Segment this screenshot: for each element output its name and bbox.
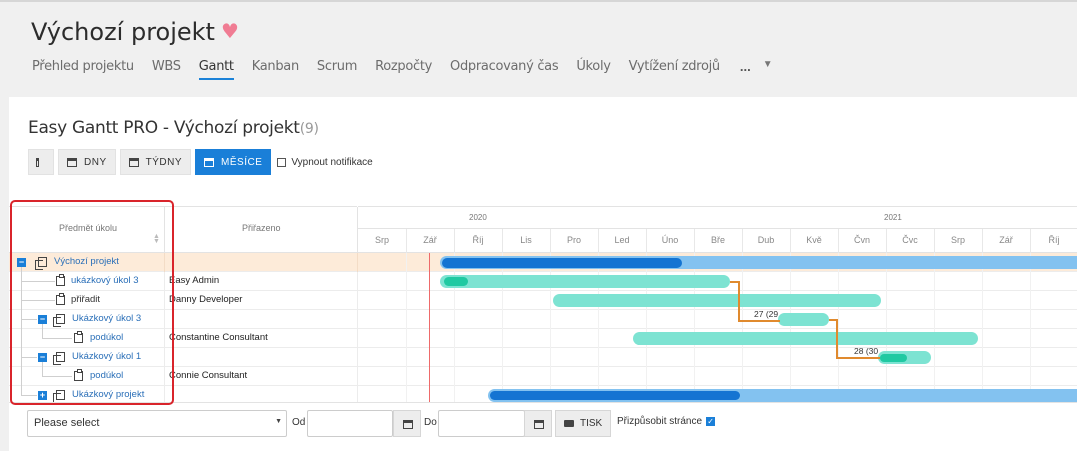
month-label: Led — [614, 235, 630, 245]
project-title: Výchozí projekt ♥ — [31, 18, 239, 46]
tab-wbs[interactable]: WBS — [152, 59, 181, 74]
assignee-cell — [165, 348, 358, 367]
notifications-toggle[interactable]: Vypnout notifikace — [277, 157, 373, 168]
to-date-input[interactable] — [438, 410, 525, 437]
notifications-checkbox[interactable] — [277, 157, 287, 167]
dependency-label: 27 (29 — [754, 309, 779, 319]
assignee-cell: Danny Developer — [165, 291, 358, 310]
fit-to-page-toggle[interactable]: Přizpůsobit stránce ✓ — [617, 416, 716, 427]
dependency-label: 28 (30 — [854, 346, 879, 356]
project-tabs: Přehled projektu WBS Gantt Kanban Scrum … — [32, 59, 773, 80]
assignee-cell — [165, 253, 358, 272]
month-label: Čvn — [853, 235, 870, 245]
month-label: Říj — [1048, 235, 1060, 245]
tab-scrum[interactable]: Scrum — [317, 59, 357, 74]
more-tabs-button[interactable]: ... — [740, 59, 751, 74]
fit-to-page-checkbox[interactable]: ✓ — [706, 417, 716, 426]
task-count: (9) — [299, 121, 319, 137]
tab-ukoly[interactable]: Úkoly — [576, 59, 611, 74]
printer-icon — [564, 420, 574, 427]
calendar-button[interactable] — [28, 149, 54, 175]
dependency-line — [836, 319, 838, 359]
month-label: Úno — [661, 235, 679, 245]
from-calendar-button[interactable] — [393, 410, 421, 437]
tab-rozpocty[interactable]: Rozpočty — [375, 59, 432, 74]
to-calendar-button[interactable] — [524, 410, 552, 437]
print-button[interactable]: TISK — [555, 410, 611, 437]
dependency-line — [738, 281, 740, 322]
progress-bar — [490, 391, 740, 400]
month-label: Říj — [472, 235, 484, 245]
heart-icon[interactable]: ♥ — [221, 19, 239, 43]
dependency-line — [836, 357, 880, 359]
month-label: Zář — [999, 235, 1013, 245]
month-label: Srp — [374, 235, 389, 245]
timeline-header: 2020 2021 Srp Zář Říj Lis Pro Led Úno Bř… — [358, 206, 1077, 253]
tab-gantt[interactable]: Gantt — [198, 59, 234, 80]
calendar-icon — [534, 420, 544, 429]
months-button[interactable]: MĚSÍCE — [195, 149, 272, 175]
from-date-input[interactable] — [307, 410, 393, 437]
weeks-button[interactable]: TÝDNY — [119, 149, 192, 175]
dependency-line — [738, 320, 780, 322]
task-bar[interactable] — [440, 275, 730, 288]
tab-vytizeni-zdroju[interactable]: Vytížení zdrojů — [629, 59, 721, 74]
task-bar[interactable] — [553, 294, 881, 307]
calendar-icon — [36, 157, 39, 167]
month-label: Bře — [710, 235, 725, 245]
task-bar[interactable] — [633, 332, 978, 345]
tab-odpracovany-cas[interactable]: Odpracovaný čas — [450, 59, 559, 74]
month-label: Pro — [566, 235, 581, 245]
gantt-title: Easy Gantt PRO - Výchozí projekt(9) — [28, 118, 319, 138]
filter-select[interactable]: Please select ▼ — [27, 410, 287, 437]
tab-prehled[interactable]: Přehled projektu — [32, 59, 134, 74]
month-label: Čvc — [902, 235, 918, 245]
top-border — [0, 0, 1077, 2]
from-label: Od — [292, 417, 306, 428]
progress-bar — [880, 354, 907, 362]
month-label: Dub — [757, 235, 775, 245]
month-label: Zář — [423, 235, 437, 245]
month-label: Srp — [950, 235, 965, 245]
gantt-footer: Please select ▼ Od Do TISK Přizpůsobit st… — [9, 402, 1077, 451]
tab-kanban[interactable]: Kanban — [252, 59, 299, 74]
column-header-assignee[interactable]: Přiřazeno — [165, 207, 358, 253]
assignee-cell: Easy Admin — [165, 272, 358, 291]
today-line — [429, 253, 430, 403]
highlight-frame — [10, 200, 174, 405]
assignee-cell — [165, 310, 358, 329]
month-label: Lis — [520, 235, 532, 245]
days-button[interactable]: DNY — [58, 149, 116, 175]
calendar-icon — [403, 420, 413, 429]
gantt-toolbar: DNY TÝDNY MĚSÍCE Vypnout notifikace — [28, 149, 373, 175]
progress-bar — [444, 277, 468, 286]
timeline-body: 27 (29 28 (30 — [358, 253, 1077, 403]
calendar-icon — [128, 157, 139, 167]
month-label: Kvě — [806, 235, 822, 245]
calendar-icon — [67, 157, 77, 167]
assignee-cell: Constantine Consultant — [165, 329, 358, 348]
assignee-cell: Connie Consultant — [165, 367, 358, 386]
year-label: 2021 — [884, 213, 902, 222]
to-label: Do — [424, 417, 437, 428]
progress-bar — [442, 258, 682, 268]
task-bar[interactable] — [778, 313, 829, 326]
chevron-down-icon: ▼ — [275, 418, 282, 425]
chevron-down-icon[interactable]: ▼ — [763, 59, 773, 74]
calendar-icon — [204, 157, 215, 167]
year-label: 2020 — [469, 213, 487, 222]
